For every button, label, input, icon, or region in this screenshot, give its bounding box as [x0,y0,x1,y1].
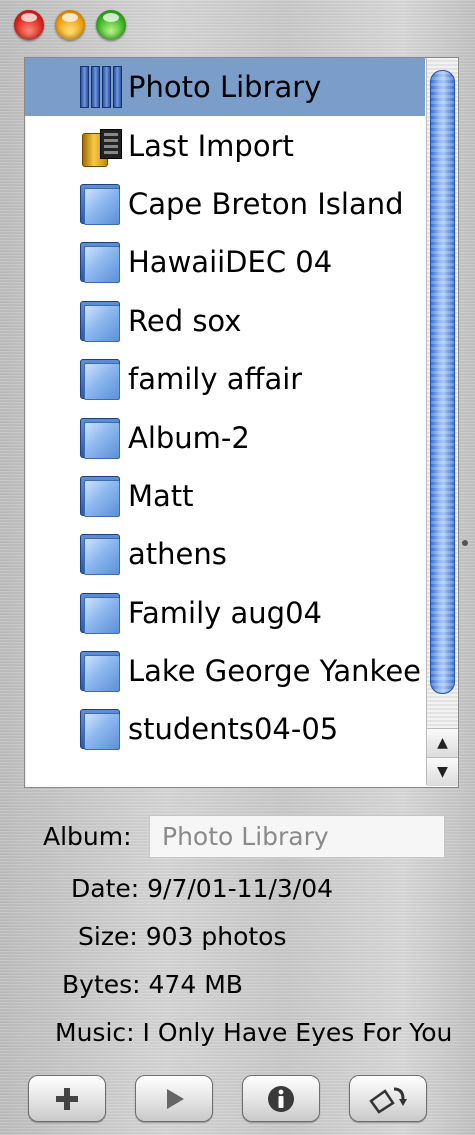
album-list-item-label: HawaiiDEC 04 [128,245,333,280]
rotate-button[interactable] [349,1075,427,1122]
album-list-item[interactable]: Album-2 [25,408,425,466]
info-button[interactable] [242,1075,320,1122]
size-value: 903 photos [145,922,287,951]
play-slideshow-button[interactable] [135,1075,213,1122]
album-list-item[interactable]: Matt [25,467,425,525]
date-label: Date: [71,874,140,903]
album-folder-icon [80,531,128,577]
date-value: 9/7/01-11/3/04 [147,874,334,903]
album-folder-icon [80,298,128,344]
minimize-button[interactable] [55,10,85,40]
bytes-info: Bytes: 474 MB [62,970,243,999]
album-list-item-label: family affair [128,362,303,397]
album-folder-icon [80,356,128,402]
album-list-item-label: Matt [128,478,194,513]
rotate-icon [369,1087,407,1114]
album-list-item[interactable]: Cape Breton Island [25,175,425,233]
album-folder-icon [80,239,128,285]
music-info: Music: I Only Have Eyes For You [55,1018,455,1047]
scroll-down-arrow-icon[interactable]: ▼ [427,757,458,786]
photo-library-icon [80,64,128,110]
album-list-item[interactable]: students04-05 [25,700,425,758]
zoom-button[interactable] [96,10,126,40]
last-import-icon [80,123,128,169]
album-list-panel: Photo Library Last Import Cape Breton Isla… [24,57,459,788]
album-name-field[interactable]: Photo Library [149,815,445,858]
album-list-item-label: Lake George Yankee [128,654,422,689]
date-info: Date: 9/7/01-11/3/04 [71,874,333,903]
music-label: Music: [55,1018,135,1047]
album-list-item-label: Album-2 [128,420,250,455]
bytes-value: 474 MB [148,970,243,999]
play-icon [167,1088,184,1109]
album-folder-icon [80,706,128,752]
album-list-item[interactable]: HawaiiDEC 04 [25,233,425,291]
bytes-label: Bytes: [62,970,141,999]
album-list-item-label: Family aug04 [128,595,322,630]
scroll-up-arrow-icon[interactable]: ▲ [427,728,458,757]
close-button[interactable] [14,10,44,40]
plus-icon [56,1087,78,1110]
album-list-item[interactable]: Lake George Yankee [25,642,425,700]
album-list-item-label: Cape Breton Island [128,186,404,221]
album-list-item[interactable]: Photo Library [25,58,425,117]
album-list-item-label: Red sox [128,303,242,338]
album-list-item[interactable]: Last Import [25,116,425,174]
album-folder-icon [80,473,128,519]
album-list-item-label: Photo Library [128,70,322,105]
album-folder-icon [80,590,128,636]
album-list-item[interactable]: Red sox [25,292,425,350]
vertical-scrollbar[interactable]: ▲ ▼ [426,58,458,786]
size-info: Size: 903 photos [78,922,287,951]
size-label: Size: [78,922,138,951]
music-value: I Only Have Eyes For You [142,1018,453,1047]
album-folder-icon [80,648,128,694]
add-album-button[interactable] [28,1075,106,1122]
album-list-item-label: Last Import [128,128,294,163]
album-list-item-label: students04-05 [128,712,339,747]
scrollbar-thumb[interactable] [430,70,455,694]
album-list-item[interactable]: Family aug04 [25,584,425,642]
window-controls [14,10,126,40]
album-label: Album: [43,822,132,851]
splitter-handle[interactable] [462,540,468,546]
album-folder-icon [80,415,128,461]
album-list-item[interactable]: family affair [25,350,425,408]
album-list-item[interactable]: athens [25,525,425,583]
album-list-item-label: athens [128,537,227,572]
album-list: Photo Library Last Import Cape Breton Isla… [25,58,425,785]
album-folder-icon [80,181,128,227]
info-icon [268,1085,294,1112]
